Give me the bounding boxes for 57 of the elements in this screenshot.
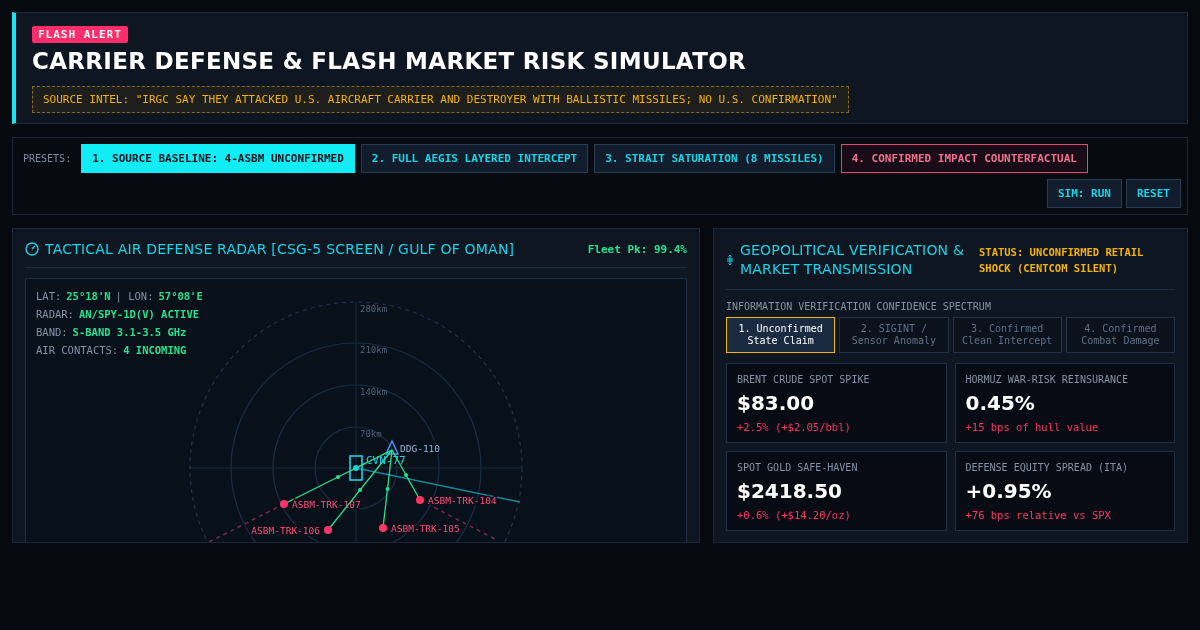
contact-label: ASBM-TRK-105 — [391, 523, 460, 534]
range-label: 280km — [360, 304, 388, 314]
intel-banner: SOURCE INTEL: "IRGC SAY THEY ATTACKED U.S. AIRCRAFT CARRIER AND DESTROYER WITH BALLISTIC MISSILES; NO U.S. CONFIRMATION" — [32, 86, 849, 113]
presets-label: PRESETS: — [23, 153, 72, 164]
readout-label: AIR CONTACTS: — [36, 343, 119, 358]
scale-icon — [726, 254, 734, 266]
readout-value: AN/SPY-1D(V) ACTIVE — [78, 307, 200, 322]
hostile-contact-dot — [379, 524, 387, 532]
preset-button[interactable]: 1. SOURCE BASELINE: 4-ASBM UNCONFIRMED — [81, 144, 355, 173]
metric-label: DEFENSE EQUITY SPREAD (ITA) — [965, 462, 1130, 473]
action-button[interactable]: RESET — [1125, 179, 1181, 208]
contact-label: ASBM-TRK-106 — [251, 525, 320, 536]
preset-button[interactable]: 3. STRAIT SATURATION (8 MISSILES) — [594, 144, 835, 173]
readout-value: 25°18'N — [66, 289, 111, 304]
range-label: 70km — [360, 429, 382, 439]
contact-label: DDG-110 — [400, 443, 441, 454]
readout-value: S-BAND 3.1-3.5 GHz — [72, 325, 187, 340]
confidence-step[interactable]: 2. SIGINT / Sensor Anomaly — [839, 317, 949, 353]
metric-change: +15 bps of hull value — [965, 421, 1100, 433]
carrier-marker — [349, 455, 363, 481]
alert-badge: FLASH ALERT — [32, 26, 128, 43]
confidence-step[interactable]: 3. Confirmed Clean Intercept — [952, 317, 1062, 353]
metric-value: 0.45% — [965, 391, 1036, 415]
fleet-pk-readout: Fleet Pk: 99.4% — [587, 242, 687, 256]
action-button[interactable]: SIM: RUN — [1046, 179, 1122, 208]
status-readout: STATUS: UNCONFIRMED RETAIL SHOCK (CENTCOM SILENT) — [979, 245, 1145, 276]
destroyer-marker — [384, 439, 400, 455]
readout-label: LAT: — [36, 289, 62, 304]
hostile-contact-dot — [416, 496, 424, 504]
metric-value: $83.00 — [737, 391, 816, 415]
metric-change: +2.5% (+$2.05/bbl) — [737, 421, 852, 433]
hostile-contact-dot — [324, 526, 332, 534]
preset-button[interactable]: 2. FULL AEGIS LAYERED INTERCEPT — [360, 144, 589, 173]
confidence-step[interactable]: 4. Confirmed Combat Damage — [1065, 317, 1175, 353]
metric-label: BRENT CRUDE SPOT SPIKE — [737, 374, 871, 385]
range-label: 140km — [360, 387, 388, 397]
range-label: 210km — [360, 345, 388, 355]
readout-label: BAND: — [36, 325, 68, 340]
readout-value: 57°08'E — [158, 289, 203, 304]
readout-label: | LON: — [115, 289, 154, 305]
metric-label: HORMUZ WAR-RISK REINSURANCE — [965, 374, 1130, 385]
readout-value: 4 INCOMING — [123, 343, 187, 358]
metric-change: +0.6% (+$14.20/oz) — [737, 509, 852, 521]
readout-label: RADAR: — [36, 307, 74, 322]
confidence-step[interactable]: 1. Unconfirmed State Claim — [726, 317, 836, 353]
spectrum-label: INFORMATION VERIFICATION CONFIDENCE SPECTRUM — [726, 301, 992, 312]
panel-title: TACTICAL AIR DEFENSE RADAR [CSG-5 SCREEN / GULF OF OMAN] — [45, 241, 515, 257]
metric-value: +0.95% — [965, 479, 1053, 503]
metric-label: SPOT GOLD SAFE-HAVEN — [737, 462, 859, 473]
metric-change: +76 bps relative vs SPX — [965, 509, 1112, 521]
hostile-contact-dot — [280, 500, 288, 508]
preset-button[interactable]: 4. CONFIRMED IMPACT COUNTERFACTUAL — [840, 144, 1088, 173]
panel-title: GEOPOLITICAL VERIFICATION & MARKET TRANSMISSION — [740, 241, 966, 279]
page-title: CARRIER DEFENSE & FLASH MARKET RISK SIMULATOR — [32, 48, 746, 74]
contact-label: ASBM-TRK-104 — [428, 495, 497, 506]
gauge-icon — [25, 242, 39, 256]
metric-value: $2418.50 — [737, 479, 843, 503]
